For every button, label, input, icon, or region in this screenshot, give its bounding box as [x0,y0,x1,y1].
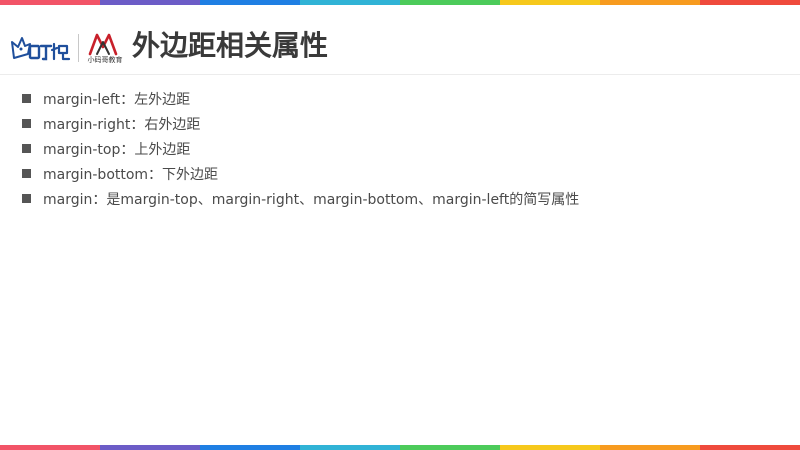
stripe-segment [0,445,100,450]
list-item: margin：是margin-top、margin-right、margin-b… [20,186,780,211]
list-item-text: margin-bottom：下外边距 [43,166,219,183]
stripe-segment [600,445,700,450]
list-item: margin-left：左外边距 [20,86,780,111]
bullet-list: margin-left：左外边距 margin-right：右外边距 margi… [20,86,780,211]
list-item-text: margin：是margin-top、margin-right、margin-b… [43,191,580,208]
square-bullet-icon [22,144,31,153]
logo-divider [78,34,79,62]
qiding-logo-icon [11,37,71,61]
stripe-segment [300,445,400,450]
square-bullet-icon [22,194,31,203]
xiaomage-logo-icon [88,33,118,56]
stripe-segment [200,445,300,450]
logo-area: 小码哥教育 [10,29,125,67]
list-item-text: margin-right：右外边距 [43,116,201,133]
stripe-segment [400,445,500,450]
slide-header: 小码哥教育 外边距相关属性 [0,5,800,75]
xiaomage-logo-caption: 小码哥教育 [87,56,123,64]
list-item: margin-top：上外边距 [20,136,780,161]
bottom-color-stripe [0,445,800,450]
page-title: 外边距相关属性 [132,29,329,62]
xiaomage-logo: 小码哥教育 [85,32,125,64]
square-bullet-icon [22,94,31,103]
square-bullet-icon [22,169,31,178]
stripe-segment [100,445,200,450]
list-item-text: margin-left：左外边距 [43,91,191,108]
list-item: margin-bottom：下外边距 [20,161,780,186]
square-bullet-icon [22,119,31,128]
list-item: margin-right：右外边距 [20,111,780,136]
slide: 小码哥教育 外边距相关属性 margin-left：左外边距 margin-ri… [0,0,800,450]
stripe-segment [700,445,800,450]
list-item-text: margin-top：上外边距 [43,141,191,158]
stripe-segment [500,445,600,450]
